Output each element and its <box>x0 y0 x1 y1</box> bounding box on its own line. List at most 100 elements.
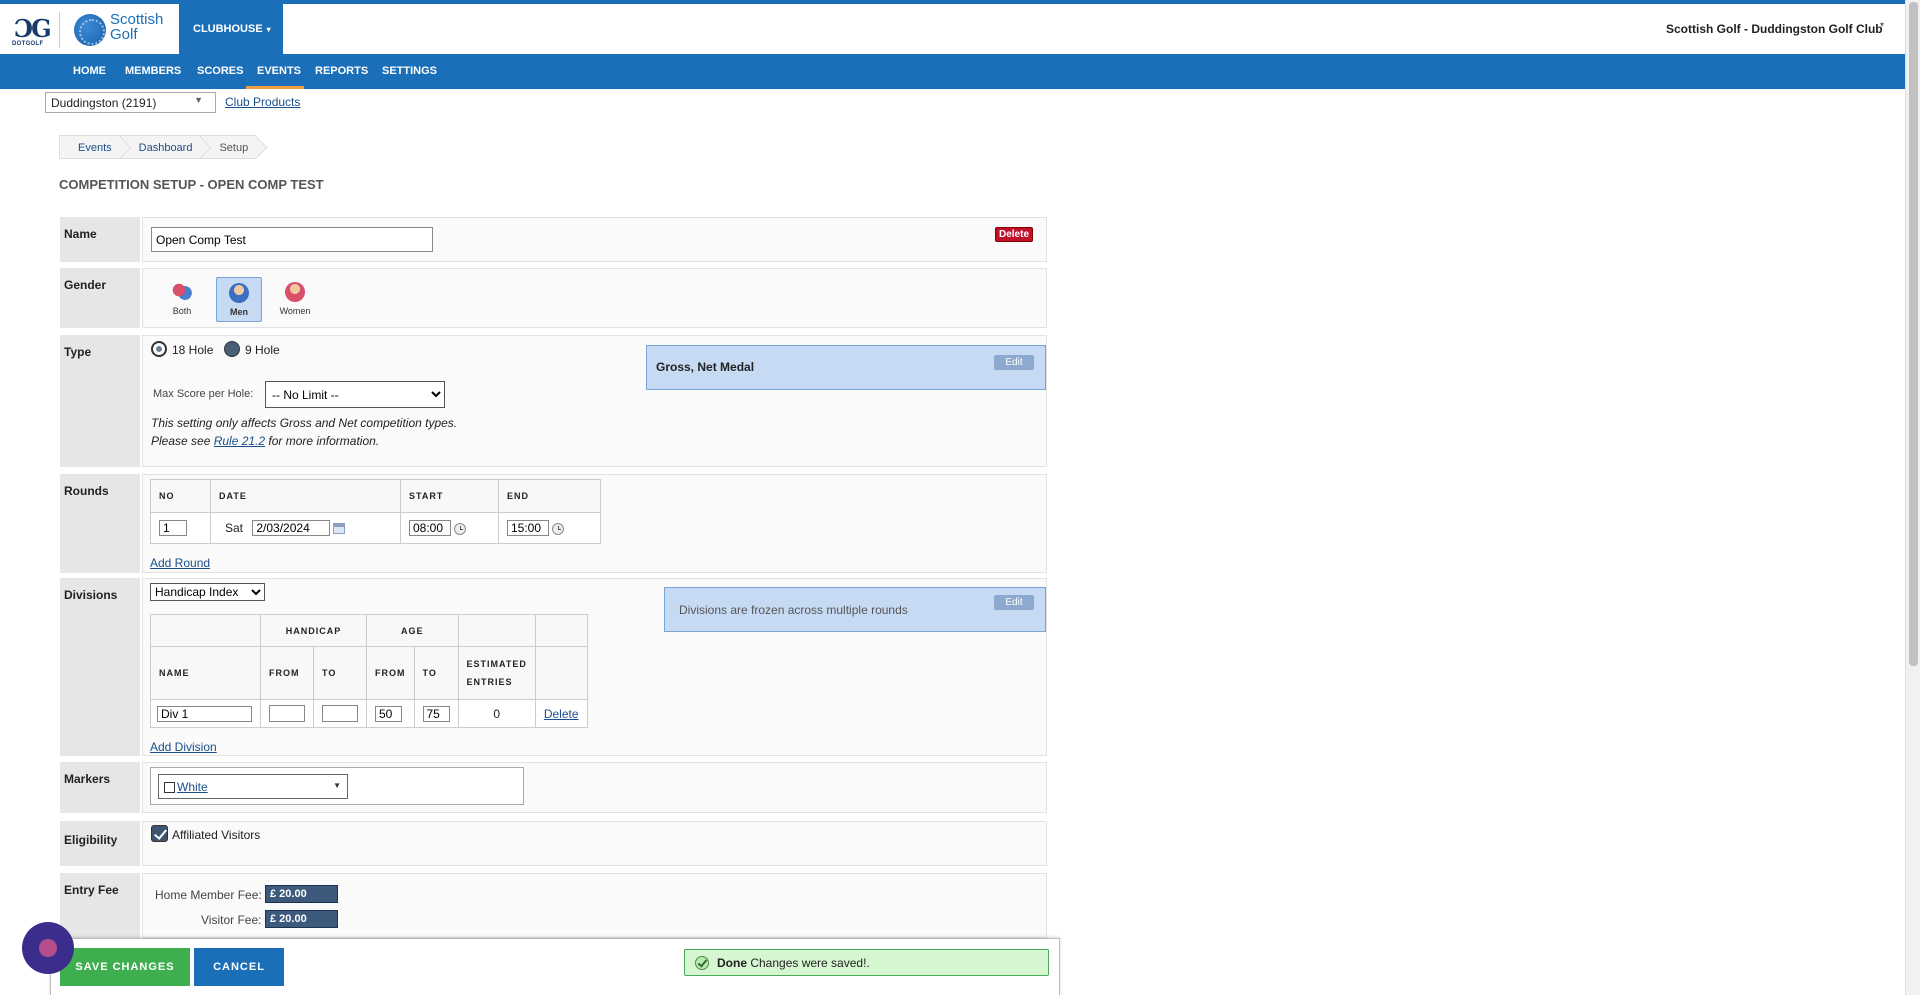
main-nav: HOME MEMBERS SCORES EVENTS REPORTS SETTI… <box>0 54 1905 89</box>
label-rounds: Rounds <box>60 474 140 573</box>
golf-ball-icon <box>74 14 106 46</box>
round-start-input[interactable] <box>409 520 451 536</box>
club-caret-icon[interactable]: ▾ <box>1880 20 1884 29</box>
eligibility-panel <box>142 821 1047 866</box>
label-9-hole: 9 Hole <box>245 343 280 357</box>
caret-down-icon: ▾ <box>266 25 271 34</box>
col-date: DATE <box>210 479 401 513</box>
delete-division-link[interactable]: Delete <box>544 707 579 721</box>
club-name[interactable]: Scottish Golf - Duddingston Golf Club <box>1666 22 1883 36</box>
scrollbar-thumb[interactable] <box>1909 2 1918 666</box>
dotgolf-logo-text: DOTGOLF <box>12 41 44 47</box>
page-scrollbar[interactable] <box>1905 0 1920 995</box>
group-handicap: HANDICAP <box>260 614 367 647</box>
label-type: Type <box>60 335 140 467</box>
dotgolf-logo[interactable]: ƆG DOTGOLF <box>12 14 52 48</box>
clock-icon[interactable] <box>454 522 466 535</box>
club-select[interactable]: Duddingston (2191) ▼ <box>45 92 216 113</box>
gender-women[interactable]: Women <box>272 277 318 322</box>
nav-events[interactable]: EVENTS <box>257 65 301 77</box>
add-division-link[interactable]: Add Division <box>150 740 217 754</box>
man-icon <box>229 283 249 303</box>
col-age-from: FROM <box>366 646 415 700</box>
col-age-to: TO <box>413 646 459 700</box>
save-toast: Done Changes were saved!. <box>684 949 1049 976</box>
entry-fee-panel <box>142 873 1047 938</box>
col-end: END <box>498 479 601 513</box>
calendar-icon[interactable] <box>333 523 346 535</box>
competition-name-input[interactable] <box>151 227 433 252</box>
add-round-link[interactable]: Add Round <box>150 556 210 570</box>
cancel-button[interactable]: CANCEL <box>194 948 284 986</box>
round-end-input[interactable] <box>507 520 549 536</box>
table-row: 0 Delete <box>150 699 588 728</box>
edit-divisions-button[interactable]: Edit <box>994 595 1034 610</box>
visitor-fee-input[interactable]: £ 20.00 <box>265 910 338 928</box>
couple-icon <box>172 282 192 302</box>
competition-type-box: Gross, Net Medal Edit <box>646 345 1046 390</box>
col-no: NO <box>150 479 211 513</box>
marker-checkbox[interactable] <box>164 782 175 793</box>
gender-both[interactable]: Both <box>159 277 205 322</box>
competition-type: Gross, Net Medal <box>656 360 755 374</box>
chat-widget-icon[interactable] <box>22 922 74 974</box>
edit-type-button[interactable]: Edit <box>994 355 1034 370</box>
delete-button[interactable]: Delete <box>995 227 1033 242</box>
round-date-input[interactable] <box>252 520 331 536</box>
handicap-to-input[interactable] <box>322 705 358 722</box>
label-name: Name <box>60 217 140 262</box>
nav-scores[interactable]: SCORES <box>197 65 243 77</box>
gender-men[interactable]: Men <box>216 277 262 322</box>
division-name-input[interactable] <box>157 705 252 722</box>
max-score-select[interactable]: -- No Limit -- <box>265 381 445 408</box>
radio-18-hole[interactable] <box>151 341 167 357</box>
label-gender: Gender <box>60 268 140 328</box>
home-fee-input[interactable]: £ 20.00 <box>265 885 338 903</box>
brand-text: Scottish Golf <box>110 11 164 43</box>
nav-active-indicator <box>246 86 304 89</box>
app-header: ƆG DOTGOLF Scottish Golf <box>0 4 1905 54</box>
nav-members[interactable]: MEMBERS <box>125 65 181 77</box>
label-entry-fee: Entry Fee <box>60 873 140 938</box>
home-fee-label: Home Member Fee: <box>155 888 262 902</box>
visitor-fee-label: Visitor Fee: <box>201 913 262 927</box>
col-handicap-to: TO <box>313 646 367 700</box>
caret-down-icon: ▼ <box>333 781 341 790</box>
radio-9-hole[interactable] <box>224 341 240 357</box>
age-from-input[interactable] <box>375 705 402 722</box>
label-18-hole: 18 Hole <box>172 343 214 357</box>
breadcrumb-events[interactable]: Events <box>59 135 120 159</box>
affiliated-visitors-checkbox[interactable] <box>151 825 168 842</box>
clubhouse-menu[interactable]: CLUBHOUSE ▾ <box>179 4 283 54</box>
max-score-label: Max Score per Hole: <box>153 388 254 400</box>
divisions-table: HANDICAP AGE NAME FROM TO FROM TO ESTIMA… <box>150 614 588 728</box>
nav-home[interactable]: HOME <box>73 65 106 77</box>
divisions-frozen-note: Divisions are frozen across multiple rou… <box>679 603 908 617</box>
age-to-input[interactable] <box>422 705 450 722</box>
toast-message: Changes were saved!. <box>750 956 870 970</box>
col-division-name: NAME <box>150 646 261 700</box>
group-age: AGE <box>366 614 459 647</box>
save-changes-button[interactable]: SAVE CHANGES <box>60 948 190 986</box>
check-circle-icon <box>695 956 709 970</box>
nav-settings[interactable]: SETTINGS <box>382 65 437 77</box>
club-products-link[interactable]: Club Products <box>225 95 300 109</box>
estimated-entries: 0 <box>457 699 536 728</box>
col-start: START <box>400 479 499 513</box>
marker-select[interactable]: White ▼ <box>158 774 348 799</box>
nav-reports[interactable]: REPORTS <box>315 65 368 77</box>
round-number-input[interactable] <box>159 520 187 536</box>
caret-down-icon: ▼ <box>194 95 203 105</box>
rounds-table: NO DATE START END Sat <box>150 479 601 544</box>
logo-divider <box>59 12 60 48</box>
page-title: COMPETITION SETUP - OPEN COMP TEST <box>59 177 324 192</box>
handicap-from-input[interactable] <box>269 705 305 722</box>
divisions-frozen-box: Divisions are frozen across multiple rou… <box>664 587 1046 632</box>
col-estimated-entries: ESTIMATED ENTRIES <box>457 646 536 700</box>
clock-icon[interactable] <box>552 522 564 535</box>
rule-link[interactable]: Rule 21.2 <box>214 434 265 448</box>
table-row: Sat <box>150 512 601 544</box>
division-basis-select[interactable]: Handicap Index <box>150 583 265 601</box>
marker-name[interactable]: White <box>177 780 208 794</box>
col-handicap-from: FROM <box>260 646 314 700</box>
